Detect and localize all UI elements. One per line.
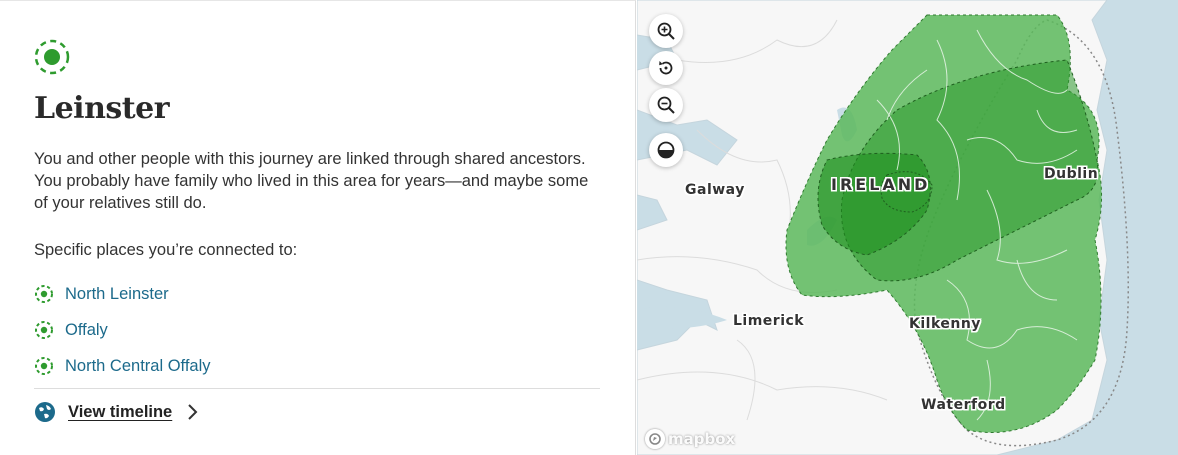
divider (34, 388, 600, 389)
map-label-limerick: Limerick (733, 313, 805, 329)
mapbox-logo-text: mapbox (668, 430, 736, 448)
chevron-right-icon (188, 404, 198, 420)
dashed-circle-icon (35, 357, 53, 375)
view-timeline-label[interactable]: View timeline (68, 403, 172, 422)
places-list: North Leinster Offaly North Central Offa… (34, 276, 211, 384)
zoom-in-icon (657, 22, 675, 40)
place-label[interactable]: Offaly (65, 321, 108, 340)
view-timeline-link[interactable]: View timeline (34, 401, 200, 423)
map-label-galway: Galway (685, 182, 745, 198)
map-canvas[interactable] (637, 0, 1178, 455)
place-item-offaly[interactable]: Offaly (34, 312, 211, 348)
region-info-panel: Leinster You and other people with this … (0, 0, 636, 455)
place-item-north-leinster[interactable]: North Leinster (34, 276, 211, 312)
globe-icon (35, 402, 55, 422)
mapbox-attribution[interactable]: mapbox (645, 429, 735, 449)
contrast-toggle-button[interactable] (649, 133, 683, 167)
zoom-in-button[interactable] (649, 14, 683, 48)
place-item-north-central-offaly[interactable]: North Central Offaly (34, 348, 211, 384)
region-title: Leinster (34, 91, 170, 126)
mapbox-logo-icon (645, 429, 665, 449)
map-label-ireland: IRELAND (831, 175, 931, 194)
region-description: You and other people with this journey a… (34, 150, 589, 212)
contrast-icon (657, 141, 675, 159)
zoom-out-icon (657, 96, 675, 114)
region-target-icon (34, 39, 70, 75)
map-label-waterford: Waterford (921, 397, 1006, 413)
place-label[interactable]: North Central Offaly (65, 357, 211, 376)
places-heading: Specific places you’re connected to: (34, 241, 298, 259)
reset-view-button[interactable] (649, 51, 683, 85)
zoom-out-button[interactable] (649, 88, 683, 122)
reset-icon (659, 61, 673, 75)
map-label-kilkenny: Kilkenny (909, 316, 981, 332)
map-view[interactable]: IRELAND Galway Dublin Limerick Kilkenny … (637, 0, 1178, 455)
dashed-circle-icon (35, 321, 53, 339)
place-label[interactable]: North Leinster (65, 285, 169, 304)
map-label-dublin: Dublin (1044, 166, 1099, 182)
dashed-circle-icon (35, 285, 53, 303)
